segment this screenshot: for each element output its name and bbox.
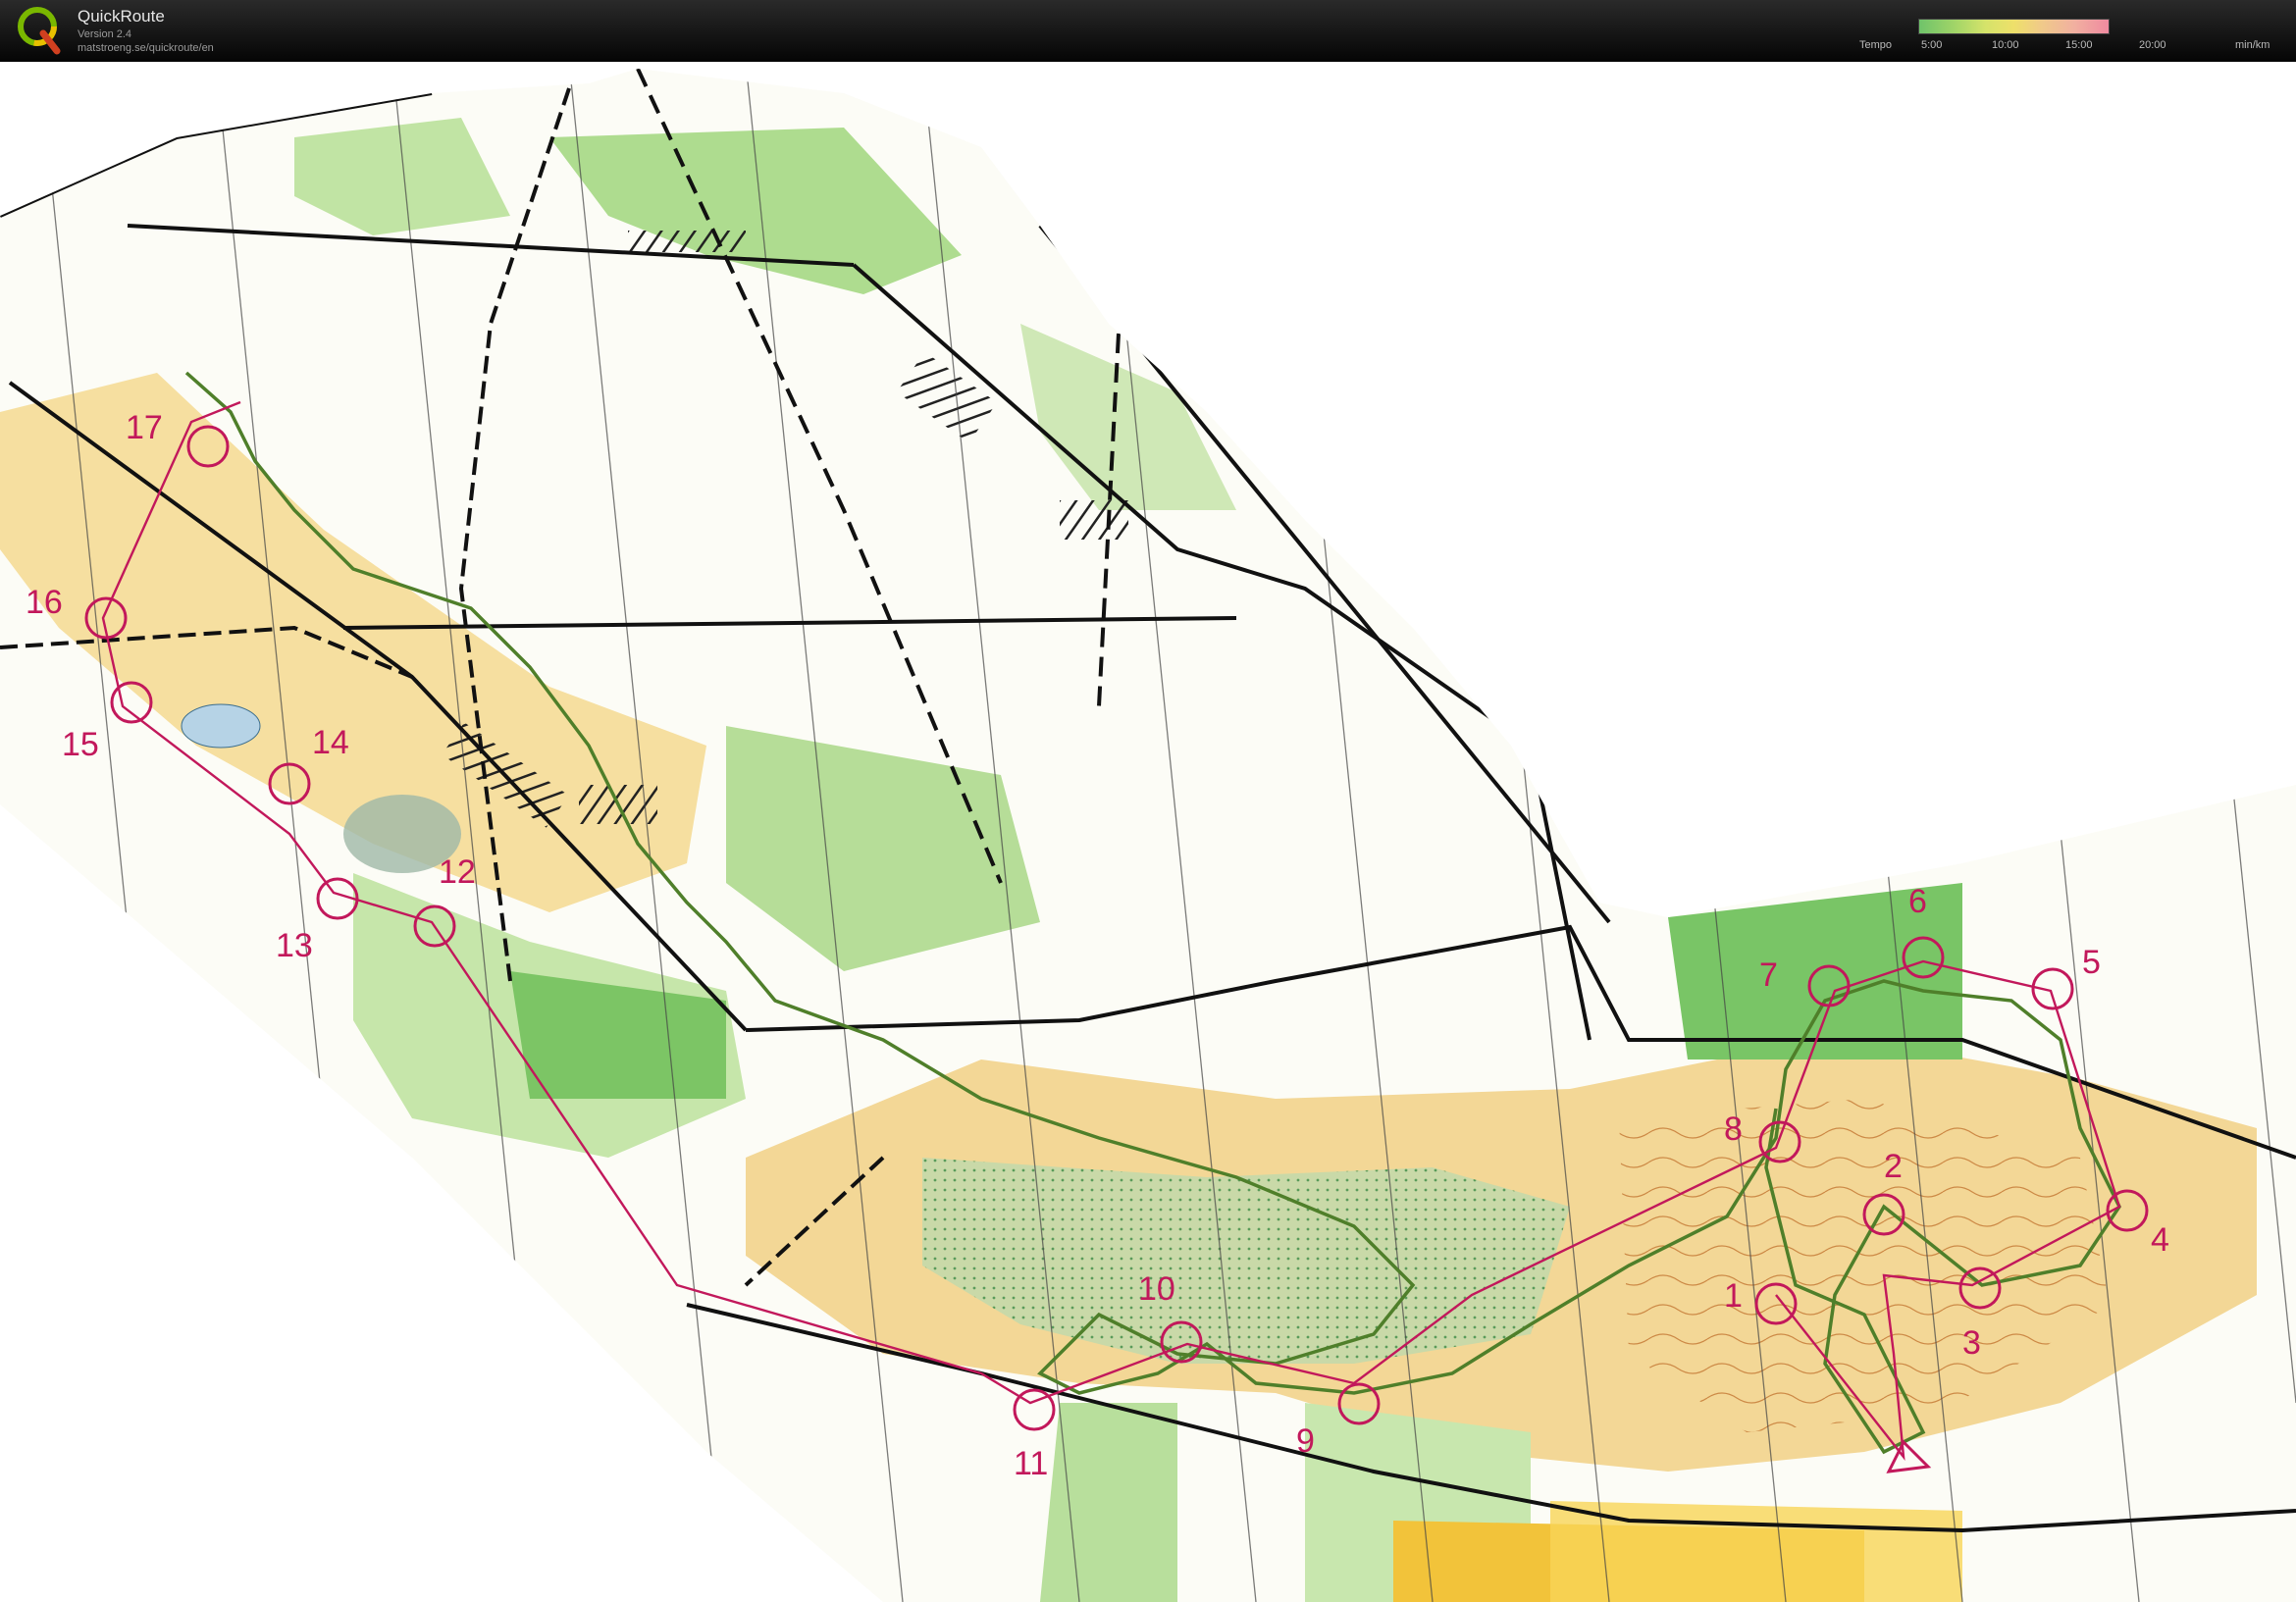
control-number: 12 [439, 853, 476, 891]
control-number: 7 [1759, 956, 1778, 994]
green-forest [1040, 1403, 1177, 1602]
control-number: 3 [1962, 1324, 1981, 1362]
control-number: 5 [2082, 944, 2101, 981]
control-number: 10 [1138, 1270, 1175, 1308]
orienteering-map[interactable]: 1 2 3 4 5 6 7 8 9 10 11 12 13 14 15 16 1… [0, 62, 2296, 1602]
tempo-tick: 10:00 [1992, 39, 2019, 51]
lake [181, 703, 261, 749]
control-number: 2 [1884, 1148, 1903, 1185]
tempo-tick: 15:00 [2065, 39, 2093, 51]
control-number: 17 [126, 409, 163, 446]
title-bar: QuickRoute Version 2.4 matstroeng.se/qui… [0, 0, 2296, 62]
app-url[interactable]: matstroeng.se/quickroute/en [78, 42, 214, 54]
tempo-tick: 5:00 [1921, 39, 1943, 51]
control-number: 15 [62, 726, 99, 763]
tempo-color-scale [1918, 19, 2110, 34]
tempo-legend: Tempo 5:00 10:00 15:00 20:00 min/km [1854, 14, 2286, 59]
control-number: 6 [1908, 883, 1927, 920]
control-number: 4 [2151, 1221, 2169, 1259]
app-title: QuickRoute [78, 7, 165, 26]
control-number: 8 [1724, 1111, 1743, 1148]
tempo-unit: min/km [2235, 39, 2270, 51]
tempo-tick: 20:00 [2139, 39, 2166, 51]
control-number: 9 [1296, 1422, 1315, 1460]
control-number: 14 [312, 724, 349, 761]
out-of-bounds-area [1060, 500, 1128, 540]
control-number: 13 [276, 927, 313, 964]
control-number: 1 [1724, 1277, 1743, 1315]
quickroute-logo-icon [18, 7, 61, 55]
app-version: Version 2.4 [78, 28, 132, 40]
control-number: 11 [1014, 1445, 1048, 1482]
tempo-label: Tempo [1859, 39, 1893, 51]
map-area [0, 69, 2296, 1602]
out-of-bounds-area [628, 231, 746, 252]
control-number: 16 [26, 584, 63, 621]
